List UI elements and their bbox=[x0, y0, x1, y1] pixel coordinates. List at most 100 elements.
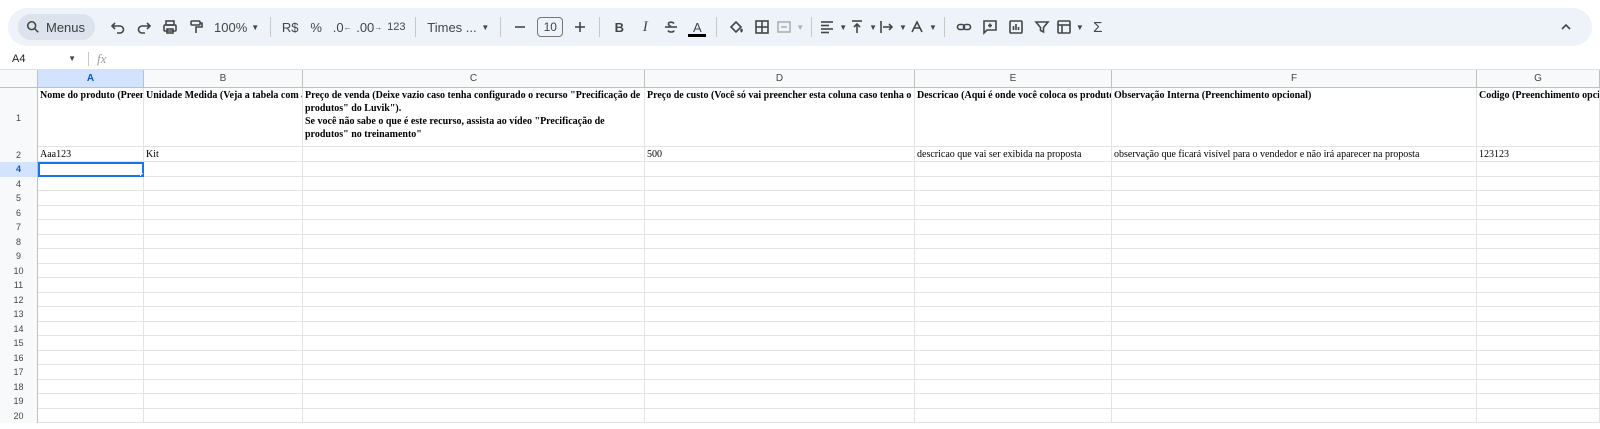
cell-c[interactable] bbox=[303, 292, 645, 307]
search-menus-button[interactable]: Menus bbox=[18, 14, 96, 40]
cell-a[interactable] bbox=[38, 234, 144, 249]
fill-color-icon[interactable] bbox=[724, 14, 748, 40]
row-header[interactable]: 10 bbox=[0, 263, 38, 278]
cell-d[interactable] bbox=[645, 408, 915, 423]
cell-g[interactable] bbox=[1477, 350, 1600, 365]
cell-d1[interactable]: Preço de custo (Você só vai preencher es… bbox=[645, 88, 915, 147]
cell-c[interactable] bbox=[303, 220, 645, 235]
cell-g[interactable] bbox=[1477, 394, 1600, 409]
link-icon[interactable] bbox=[952, 14, 976, 40]
row-header[interactable]: 19 bbox=[0, 394, 38, 409]
paint-format-icon[interactable] bbox=[184, 14, 208, 40]
cell-f[interactable] bbox=[1112, 220, 1477, 235]
cell-a[interactable] bbox=[38, 278, 144, 293]
cell-e[interactable] bbox=[915, 220, 1112, 235]
cell-e[interactable] bbox=[915, 336, 1112, 351]
bold-button[interactable]: B bbox=[607, 14, 631, 40]
cell-a[interactable] bbox=[38, 263, 144, 278]
cell-c[interactable] bbox=[303, 234, 645, 249]
cell-e[interactable] bbox=[915, 205, 1112, 220]
cell-e[interactable] bbox=[915, 278, 1112, 293]
cell-a[interactable] bbox=[38, 292, 144, 307]
cell-a[interactable] bbox=[38, 191, 144, 206]
cell-f[interactable] bbox=[1112, 321, 1477, 336]
cell-g[interactable] bbox=[1477, 292, 1600, 307]
collapse-toolbar-icon[interactable] bbox=[1554, 14, 1578, 40]
cell-g[interactable] bbox=[1477, 336, 1600, 351]
cell-c[interactable] bbox=[303, 191, 645, 206]
cell-b[interactable] bbox=[144, 408, 303, 423]
cell-d[interactable] bbox=[645, 350, 915, 365]
cell-b[interactable] bbox=[144, 336, 303, 351]
cell-f1[interactable]: Observação Interna (Preenchimento opcion… bbox=[1112, 88, 1477, 147]
cell-g[interactable] bbox=[1477, 307, 1600, 322]
cell-a[interactable] bbox=[38, 365, 144, 380]
row-header[interactable]: 18 bbox=[0, 379, 38, 394]
cell-e[interactable] bbox=[915, 307, 1112, 322]
cell-a[interactable] bbox=[38, 350, 144, 365]
fill-handle[interactable] bbox=[140, 172, 143, 176]
cell-a[interactable] bbox=[38, 205, 144, 220]
increase-decimal-button[interactable]: .00 → bbox=[356, 14, 382, 40]
cell-e[interactable] bbox=[915, 162, 1112, 177]
cell-a[interactable] bbox=[38, 176, 144, 191]
cell-c[interactable] bbox=[303, 162, 645, 177]
filter-views-icon[interactable]: ▼ bbox=[1056, 14, 1084, 40]
cell-b[interactable] bbox=[144, 278, 303, 293]
row-header[interactable]: 14 bbox=[0, 321, 38, 336]
row-header[interactable]: 9 bbox=[0, 249, 38, 264]
cell-d[interactable] bbox=[645, 336, 915, 351]
cell-g[interactable] bbox=[1477, 408, 1600, 423]
cell-g[interactable] bbox=[1477, 379, 1600, 394]
cell-a[interactable] bbox=[38, 408, 144, 423]
font-family-select[interactable]: Times ... ▼ bbox=[423, 14, 493, 40]
cell-c[interactable] bbox=[303, 336, 645, 351]
cell-b[interactable] bbox=[144, 350, 303, 365]
row-header[interactable]: 6 bbox=[0, 205, 38, 220]
row-header-2[interactable]: 2 bbox=[0, 147, 38, 162]
cell-g2[interactable]: 123123 bbox=[1477, 147, 1600, 162]
undo-icon[interactable] bbox=[106, 14, 130, 40]
cell-d[interactable] bbox=[645, 191, 915, 206]
cell-g[interactable] bbox=[1477, 365, 1600, 380]
cell-g[interactable] bbox=[1477, 234, 1600, 249]
cell-e[interactable] bbox=[915, 176, 1112, 191]
cell-b1[interactable]: Unidade Medida (Veja a tabela com as uni… bbox=[144, 88, 303, 147]
row-header[interactable]: 4 bbox=[0, 162, 38, 177]
cell-c[interactable] bbox=[303, 205, 645, 220]
cell-b[interactable] bbox=[144, 321, 303, 336]
cell-a[interactable] bbox=[38, 220, 144, 235]
active-cell-a4[interactable] bbox=[38, 162, 144, 177]
cell-f[interactable] bbox=[1112, 162, 1477, 177]
cell-e[interactable] bbox=[915, 263, 1112, 278]
name-box[interactable]: A4 ▼ bbox=[0, 50, 84, 68]
text-rotation-icon[interactable]: ▼ bbox=[909, 14, 937, 40]
column-header-c[interactable]: C bbox=[303, 70, 645, 88]
cell-e[interactable] bbox=[915, 249, 1112, 264]
cell-c2[interactable] bbox=[303, 147, 645, 162]
cell-b[interactable] bbox=[144, 249, 303, 264]
cell-d[interactable] bbox=[645, 162, 915, 177]
cell-c[interactable] bbox=[303, 321, 645, 336]
vertical-align-icon[interactable]: ▼ bbox=[849, 14, 877, 40]
column-header-d[interactable]: D bbox=[645, 70, 915, 88]
cell-d2[interactable]: 500 bbox=[645, 147, 915, 162]
redo-icon[interactable] bbox=[132, 14, 156, 40]
cell-b[interactable] bbox=[144, 292, 303, 307]
text-wrapping-icon[interactable]: ▼ bbox=[879, 14, 907, 40]
formula-input[interactable] bbox=[116, 50, 1600, 68]
column-header-b[interactable]: B bbox=[144, 70, 303, 88]
print-icon[interactable] bbox=[158, 14, 182, 40]
cell-e[interactable] bbox=[915, 234, 1112, 249]
cell-e[interactable] bbox=[915, 350, 1112, 365]
cell-d[interactable] bbox=[645, 292, 915, 307]
cell-c[interactable] bbox=[303, 307, 645, 322]
cell-f[interactable] bbox=[1112, 365, 1477, 380]
cell-b[interactable] bbox=[144, 176, 303, 191]
cell-f[interactable] bbox=[1112, 234, 1477, 249]
font-size-input[interactable]: 10 bbox=[537, 17, 564, 37]
cell-b[interactable] bbox=[144, 191, 303, 206]
increase-font-size-icon[interactable] bbox=[568, 14, 592, 40]
cell-f[interactable] bbox=[1112, 263, 1477, 278]
cell-b[interactable] bbox=[144, 365, 303, 380]
